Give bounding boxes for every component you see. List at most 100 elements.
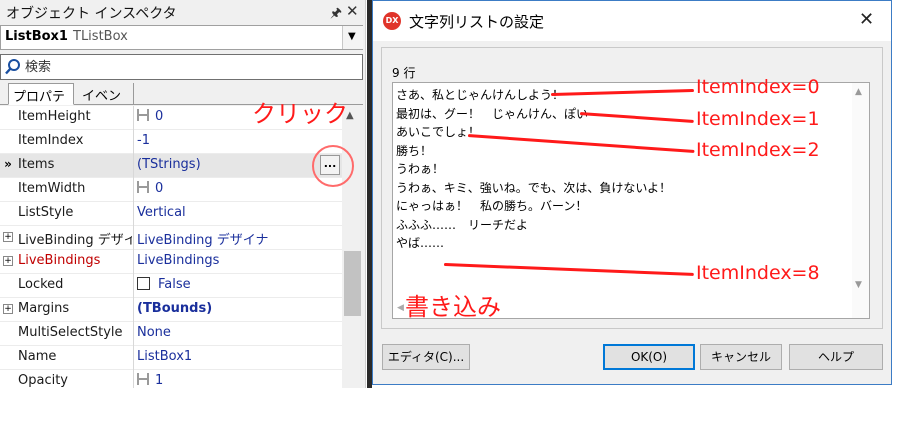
property-value-text: Vertical [137, 205, 186, 220]
integer-type-icon [137, 109, 149, 121]
property-name: Locked [18, 277, 64, 292]
property-row[interactable]: Name ListBox1 [0, 346, 342, 370]
annotation-click-label: クリック [252, 100, 348, 128]
property-name: Opacity [18, 373, 69, 388]
memo-line: あいこでしょ！ [396, 125, 481, 139]
column-divider [133, 322, 134, 346]
annotation-write-label: 書き込み [405, 293, 501, 321]
memo-line: 最初は、グー！ じゃんけん、ぽい [396, 106, 589, 121]
column-divider [133, 106, 134, 130]
column-divider [133, 202, 134, 226]
cancel-button[interactable]: キャンセル [700, 344, 782, 370]
search-box[interactable] [0, 54, 363, 80]
property-row[interactable]: ListStyle Vertical [0, 202, 342, 226]
property-value-text: 0 [155, 181, 164, 196]
property-value[interactable]: LiveBindings [137, 253, 337, 268]
property-value-text: None [137, 325, 171, 340]
scroll-up-icon[interactable]: ▲ [855, 87, 862, 97]
property-value[interactable]: Vertical [137, 205, 337, 220]
property-value[interactable]: False [137, 277, 337, 292]
property-name: ItemIndex [18, 133, 84, 148]
selected-row-marker: » [4, 157, 12, 171]
column-divider [133, 370, 134, 388]
property-name: Margins [18, 301, 70, 316]
inspector-title-bar: オブジェクト インスペクタ 🖈 ✕ [0, 0, 365, 26]
property-row[interactable]: ItemIndex -1 [0, 130, 342, 154]
memo-line: 勝ち！ [396, 143, 433, 158]
editor-button[interactable]: エディタ(C)... [382, 344, 470, 370]
expand-icon[interactable]: + [3, 256, 13, 266]
close-icon[interactable]: ✕ [346, 2, 359, 20]
property-value-text: LiveBinding デザイナ [137, 233, 269, 248]
property-value[interactable]: ListBox1 [137, 349, 337, 364]
memo-line: にゃっはぁ！ 私の勝ち。バーン！ [396, 199, 588, 213]
scroll-down-icon[interactable]: ▼ [855, 280, 862, 290]
property-row[interactable]: Opacity 1 [0, 370, 342, 388]
integer-type-icon [137, 373, 149, 385]
column-divider [133, 250, 134, 274]
property-value-text: (TBounds) [137, 301, 213, 316]
memo-line: ふふふ…… リーチだよ [396, 217, 529, 232]
dialog-title-bar: DX 文字列リストの設定 ✕ [373, 1, 891, 41]
annotation-index-label: ItemIndex=0 [696, 76, 820, 98]
dialog-title: 文字列リストの設定 [409, 13, 545, 31]
property-value[interactable]: LiveBinding デザイナ [137, 229, 337, 248]
memo-scrollbar[interactable]: ▲ ▼ [852, 83, 869, 318]
property-value-text: LiveBindings [137, 253, 220, 268]
close-icon[interactable]: ✕ [859, 9, 874, 30]
pin-icon[interactable]: 🖈 [330, 4, 342, 26]
property-value-text: ListBox1 [137, 349, 193, 364]
memo-line: うわぁ、キミ、強いね。でも、次は、負けないよ！ [396, 180, 672, 195]
ok-button[interactable]: OK(O) [603, 344, 695, 370]
property-name: LiveBindings [18, 253, 101, 268]
tab-properties[interactable]: プロパティ [8, 83, 74, 124]
line-count: 9 行 [392, 66, 416, 80]
expand-icon[interactable]: + [3, 232, 13, 242]
property-value[interactable]: -1 [137, 133, 337, 148]
property-name: ItemHeight [18, 109, 91, 124]
search-input[interactable] [25, 57, 355, 77]
component-selector[interactable]: ListBox1 TListBox ▼ [0, 25, 363, 50]
string-list-dialog: DX 文字列リストの設定 ✕ 9 行 さあ、私とじゃんけんしよう！ 最初は、グー！… [372, 0, 892, 385]
property-name: LiveBinding デザイナ [18, 233, 132, 248]
inspector-title: オブジェクト インスペクタ [6, 6, 177, 22]
column-divider [133, 298, 134, 322]
property-row[interactable]: + LiveBinding デザイナ LiveBinding デザイナ [0, 226, 342, 250]
object-inspector-panel: オブジェクト インスペクタ 🖈 ✕ ListBox1 TListBox ▼ プロ… [0, 0, 366, 388]
component-dropdown-button[interactable]: ▼ [342, 26, 363, 49]
property-row[interactable]: Locked False [0, 274, 342, 298]
component-class: TListBox [73, 29, 128, 44]
scroll-left-icon[interactable]: ◀ [397, 303, 404, 313]
property-name: ItemWidth [18, 181, 86, 196]
property-value-text: (TStrings) [137, 157, 201, 172]
column-divider [133, 154, 134, 178]
column-divider [133, 226, 134, 250]
scrollbar-thumb[interactable] [344, 251, 361, 316]
property-grid: ItemHeight 0 ItemIndex -1» Items (TStrings)..… [0, 106, 342, 388]
property-row[interactable]: + Margins (TBounds) [0, 298, 342, 322]
property-value[interactable]: (TBounds) [137, 301, 337, 316]
tab-events[interactable]: イベント [78, 83, 134, 123]
property-value[interactable]: (TStrings) [137, 157, 337, 172]
column-divider [133, 274, 134, 298]
search-icon [5, 59, 20, 75]
property-row[interactable]: » Items (TStrings)... [0, 154, 342, 178]
column-divider [133, 178, 134, 202]
property-row[interactable]: ItemWidth 0 [0, 178, 342, 202]
memo-line: さあ、私とじゃんけんしよう！ [396, 88, 565, 102]
integer-type-icon [137, 181, 149, 193]
annotation-index-label: ItemIndex=1 [696, 108, 820, 130]
checkbox[interactable] [137, 277, 150, 290]
component-name: ListBox1 [5, 29, 68, 44]
property-value[interactable]: None [137, 325, 337, 340]
property-row[interactable]: MultiSelectStyle None [0, 322, 342, 346]
property-value[interactable]: 1 [137, 373, 337, 388]
help-button[interactable]: ヘルプ [789, 344, 883, 370]
property-value-text: False [158, 277, 191, 292]
expand-icon[interactable]: + [3, 304, 13, 314]
property-name: Items [18, 157, 55, 172]
app-icon: DX [383, 12, 401, 30]
property-row[interactable]: + LiveBindings LiveBindings [0, 250, 342, 274]
property-value-text: 1 [155, 373, 164, 388]
property-value[interactable]: 0 [137, 181, 337, 196]
